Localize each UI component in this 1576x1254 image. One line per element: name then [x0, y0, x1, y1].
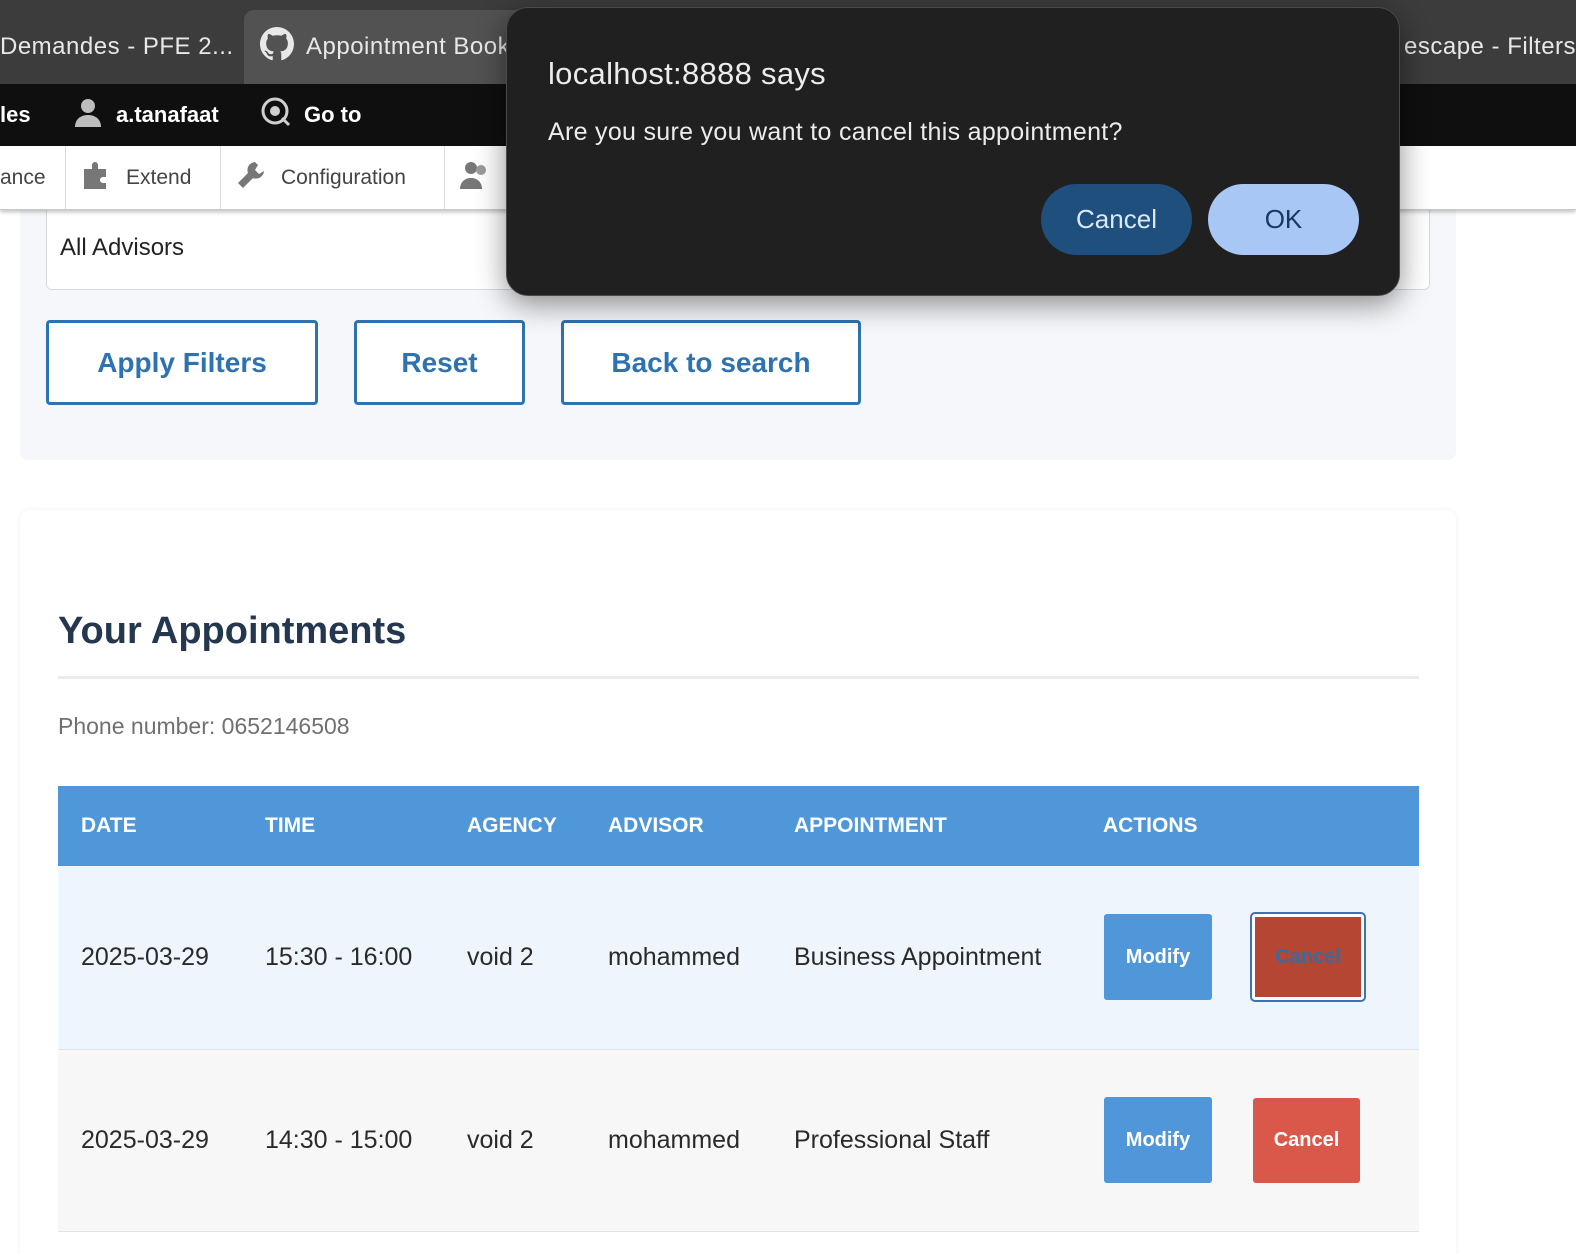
dialog-title: localhost:8888 says [548, 56, 826, 91]
menu-item-configuration[interactable]: Configuration [221, 146, 445, 209]
dialog-ok-button[interactable]: OK [1208, 184, 1359, 255]
cell-appointment: Professional Staff [794, 1049, 1103, 1232]
cell-date: 2025-03-29 [58, 1049, 265, 1232]
puzzle-icon [80, 159, 126, 197]
people-icon [459, 159, 505, 197]
menu-item-label: ance [0, 165, 46, 189]
page-title: Your Appointments [58, 610, 407, 652]
github-icon [260, 26, 306, 68]
menu-item-label: Extend [126, 165, 192, 189]
table-header-row: DATE TIME AGENCY ADVISOR APPOINTMENT ACT… [58, 786, 1419, 866]
cell-time: 15:30 - 16:00 [265, 866, 467, 1050]
advisor-select-value: All Advisors [60, 234, 185, 261]
column-header-date: DATE [58, 786, 265, 866]
tab-title: escape - Filters [1404, 33, 1576, 60]
browser-tab-appointment[interactable]: Appointment Book [244, 10, 544, 84]
cell-time: 14:30 - 15:00 [265, 1049, 467, 1232]
toolbar-item-user[interactable]: a.tanafaat [72, 84, 219, 146]
tab-title: Appointment Book [306, 33, 511, 60]
column-header-advisor: ADVISOR [608, 786, 794, 866]
column-header-appointment: APPOINTMENT [794, 786, 1103, 866]
menu-item-appearance[interactable]: ance [0, 146, 66, 209]
cell-appointment: Business Appointment [794, 866, 1103, 1050]
toolbar-item-label: Go to [304, 102, 362, 127]
wrench-icon [235, 159, 281, 197]
dialog-cancel-button[interactable]: Cancel [1041, 184, 1192, 255]
cell-agency: void 2 [467, 1049, 608, 1232]
toolbar-item-label: a.tanafaat [116, 102, 219, 127]
cell-date: 2025-03-29 [58, 866, 265, 1050]
cell-advisor: mohammed [608, 866, 794, 1050]
toolbar-item-label: les [0, 102, 31, 127]
table-row: 2025-03-29 14:30 - 15:00 void 2 mohammed… [58, 1049, 1419, 1232]
browser-tab-escape[interactable]: escape - Filters [1398, 10, 1576, 84]
browser-tab-demandes[interactable]: Demandes - PFE 2... [0, 10, 244, 84]
menu-item-label: Configuration [281, 165, 406, 189]
cell-agency: void 2 [467, 866, 608, 1050]
cell-actions: Modify Cancel [1103, 866, 1419, 1050]
cell-actions: Modify Cancel [1103, 1049, 1419, 1232]
modify-button[interactable]: Modify [1104, 1097, 1212, 1183]
menu-item-extend[interactable]: Extend [66, 146, 221, 209]
dialog-message: Are you sure you want to cancel this app… [548, 118, 1123, 146]
cancel-appointment-button[interactable]: Cancel [1253, 1097, 1360, 1183]
column-header-actions: ACTIONS [1103, 786, 1419, 866]
back-to-search-button[interactable]: Back to search [561, 320, 861, 405]
column-header-time: TIME [265, 786, 467, 866]
modify-button[interactable]: Modify [1104, 914, 1212, 1001]
apply-filters-button[interactable]: Apply Filters [46, 320, 318, 405]
toolbar-item-goto[interactable]: Go to [260, 84, 361, 146]
cancel-appointment-button[interactable]: Cancel [1252, 914, 1364, 1001]
drupal-icon [260, 96, 304, 134]
user-icon [72, 96, 116, 134]
table-row: 2025-03-29 15:30 - 16:00 void 2 mohammed… [58, 866, 1419, 1050]
toolbar-item-partial[interactable]: les [0, 84, 31, 146]
tab-title: Demandes - PFE 2... [0, 33, 234, 60]
reset-button[interactable]: Reset [354, 320, 525, 405]
phone-number: Phone number: 0652146508 [58, 713, 350, 739]
column-header-agency: AGENCY [467, 786, 608, 866]
title-divider [58, 676, 1419, 679]
appointments-table: DATE TIME AGENCY ADVISOR APPOINTMENT ACT… [58, 786, 1419, 1232]
cell-advisor: mohammed [608, 1049, 794, 1232]
confirm-dialog: localhost:8888 says Are you sure you wan… [506, 7, 1400, 296]
